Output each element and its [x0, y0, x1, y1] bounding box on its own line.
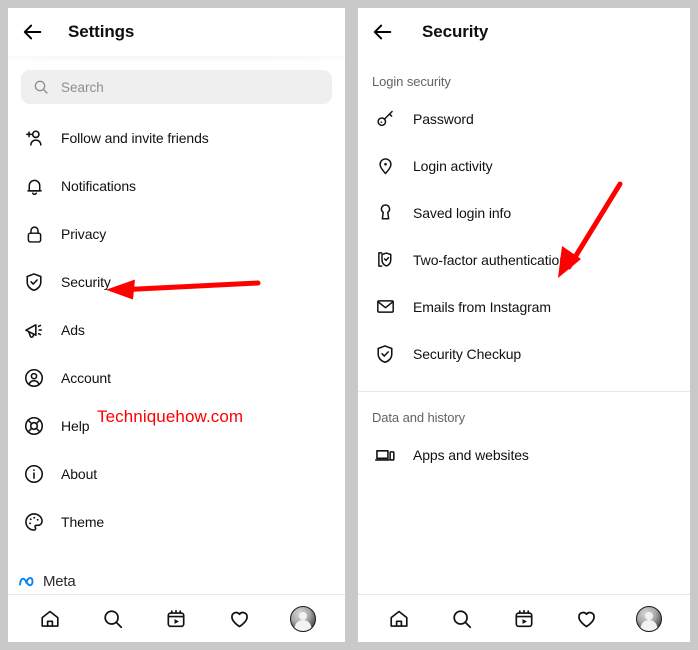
screenshot-stage: Settings Search Follow and invite friend…: [0, 0, 698, 650]
search-icon: [33, 79, 49, 95]
watermark: Techniquehow.com: [97, 407, 244, 426]
security-item-label: Emails from Instagram: [413, 298, 551, 315]
sidebar-item-label: Notifications: [61, 178, 136, 194]
security-panel: Security Login security Password Login a…: [358, 8, 690, 642]
security-item-label: Security Checkup: [413, 345, 522, 362]
search-placeholder: Search: [61, 79, 104, 95]
megaphone-icon: [21, 317, 47, 343]
section-heading: Login security: [372, 74, 451, 89]
meta-infinity-icon: [18, 575, 38, 589]
nav-reels-icon[interactable]: [507, 602, 541, 636]
settings-menu-list: Follow and invite friends Notifications: [8, 104, 345, 546]
meta-label: Meta: [43, 573, 76, 590]
sidebar-item-about[interactable]: About: [8, 450, 345, 498]
sidebar-item-label: About: [61, 466, 98, 482]
sidebar-item-label: Help: [61, 418, 90, 434]
nav-heart-icon[interactable]: [569, 602, 603, 636]
page-title: Security: [422, 22, 489, 41]
arrow-left-icon[interactable]: [366, 15, 400, 49]
nav-search-icon[interactable]: [96, 602, 130, 636]
two-factor-icon: [372, 247, 398, 273]
section-heading: Data and history: [372, 410, 466, 425]
key-icon: [372, 106, 398, 132]
security-item-two-factor-authentication[interactable]: Two-factor authentication: [358, 236, 690, 283]
bottom-navbar: [8, 594, 345, 642]
security-header: Security: [358, 8, 690, 56]
arrow-left-icon[interactable]: [16, 15, 50, 49]
nav-search-icon[interactable]: [445, 602, 479, 636]
security-item-emails-from-instagram[interactable]: Emails from Instagram: [358, 283, 690, 330]
nav-reels-icon[interactable]: [159, 602, 193, 636]
security-item-label: Two-factor authentication: [413, 251, 567, 268]
security-item-label: Apps and websites: [413, 446, 529, 463]
security-item-password[interactable]: Password: [358, 95, 690, 142]
avatar: [635, 605, 662, 632]
account-circle-icon: [21, 365, 47, 391]
security-item-security-checkup[interactable]: Security Checkup: [358, 330, 690, 377]
security-item-label: Password: [413, 110, 474, 127]
sidebar-item-label: Privacy: [61, 226, 107, 242]
lifebuoy-icon: [21, 413, 47, 439]
sidebar-item-label: Account: [61, 370, 111, 386]
sidebar-item-follow-and-invite-friends[interactable]: Follow and invite friends: [8, 114, 345, 162]
security-item-label: Login activity: [413, 157, 493, 174]
person-add-icon: [21, 125, 47, 151]
shield-check-icon: [21, 269, 47, 295]
sidebar-item-label: Security: [61, 274, 111, 290]
keyhole-icon: [372, 200, 398, 226]
sidebar-item-privacy[interactable]: Privacy: [8, 210, 345, 258]
lock-icon: [21, 221, 47, 247]
sidebar-item-account[interactable]: Account: [8, 354, 345, 402]
nav-profile-avatar[interactable]: [286, 602, 320, 636]
security-item-apps-and-websites[interactable]: Apps and websites: [358, 431, 690, 478]
nav-home-icon[interactable]: [382, 602, 416, 636]
laptop-phone-icon: [372, 442, 398, 468]
avatar: [290, 605, 317, 632]
sidebar-item-ads[interactable]: Ads: [8, 306, 345, 354]
security-item-login-activity[interactable]: Login activity: [358, 142, 690, 189]
nav-profile-avatar[interactable]: [632, 602, 666, 636]
page-title: Settings: [68, 22, 135, 41]
shield-check-icon: [372, 341, 398, 367]
bell-icon: [21, 173, 47, 199]
sidebar-item-label: Theme: [61, 514, 105, 530]
sidebar-item-theme[interactable]: Theme: [8, 498, 345, 546]
settings-header: Settings: [8, 8, 345, 82]
security-item-label: Saved login info: [413, 204, 512, 221]
search-input[interactable]: Search: [21, 70, 332, 104]
palette-icon: [21, 509, 47, 535]
data-and-history-section: Data and history Apps and websites: [358, 392, 690, 478]
nav-home-icon[interactable]: [33, 602, 67, 636]
sidebar-item-label: Ads: [61, 322, 85, 338]
login-security-section: Login security Password Login activity S…: [358, 56, 690, 377]
nav-heart-icon[interactable]: [223, 602, 257, 636]
sidebar-item-label: Follow and invite friends: [61, 130, 209, 146]
security-item-saved-login-info[interactable]: Saved login info: [358, 189, 690, 236]
search-container: Search: [8, 56, 345, 104]
location-pin-icon: [372, 153, 398, 179]
sidebar-item-notifications[interactable]: Notifications: [8, 162, 345, 210]
info-circle-icon: [21, 461, 47, 487]
settings-panel: Settings Search Follow and invite friend…: [8, 8, 345, 642]
bottom-navbar: [358, 594, 690, 642]
envelope-icon: [372, 294, 398, 320]
sidebar-item-security[interactable]: Security: [8, 258, 345, 306]
meta-branding: Meta: [18, 573, 76, 590]
